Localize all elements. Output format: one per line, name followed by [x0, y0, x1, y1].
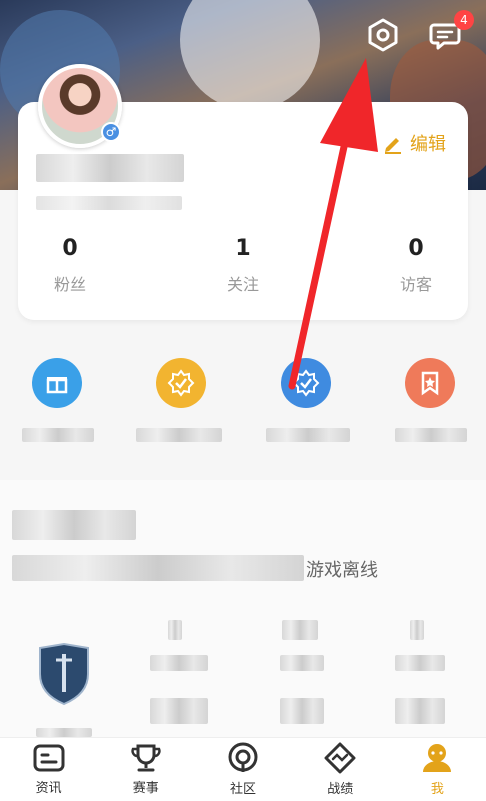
stat-value: 1	[235, 236, 251, 261]
stat-col-redacted	[168, 620, 182, 640]
username-redacted	[36, 154, 184, 182]
top-icons: 4	[362, 10, 474, 56]
game-title-redacted	[12, 510, 136, 540]
game-info-redacted	[12, 555, 304, 581]
settings-button[interactable]	[362, 14, 404, 56]
gender-male-icon: ♂	[101, 122, 121, 142]
tab-label: 战绩	[327, 782, 354, 797]
stat-col-redacted	[280, 655, 324, 671]
rank-label-redacted	[36, 728, 92, 737]
feature-label-redacted	[266, 428, 350, 442]
signature-redacted	[36, 196, 182, 210]
edit-label: 编辑	[410, 134, 446, 155]
stat-col-redacted	[395, 655, 445, 671]
stat-col-redacted	[282, 620, 318, 640]
stat-label: 粉丝	[53, 275, 86, 294]
stat-col-redacted	[150, 698, 208, 724]
messages-button[interactable]: 4	[426, 10, 474, 56]
message-badge: 4	[454, 10, 474, 30]
stat-value: 0	[408, 236, 424, 261]
verified-blue-icon[interactable]	[281, 358, 331, 408]
stat-col-redacted	[410, 620, 424, 640]
community-icon	[228, 742, 258, 772]
tab-events[interactable]: 赛事	[97, 738, 194, 801]
verified-gold-icon[interactable]	[156, 358, 206, 408]
tab-community[interactable]: 社区	[194, 738, 291, 801]
me-icon	[423, 744, 452, 772]
tab-label: 赛事	[132, 781, 159, 796]
stat-fans[interactable]: 0 粉丝	[40, 236, 100, 295]
feature-label-redacted	[395, 428, 467, 442]
feature-label-redacted	[22, 428, 94, 442]
pencil-icon	[385, 138, 401, 154]
stat-label: 关注	[226, 275, 259, 294]
edit-profile-button[interactable]: 编辑	[382, 130, 446, 156]
stat-col-redacted	[280, 698, 324, 724]
stat-col-redacted	[395, 698, 445, 724]
ribbon-badge-icon[interactable]	[405, 358, 455, 408]
stat-following[interactable]: 1 关注	[213, 236, 273, 295]
stats-row: 0 粉丝 1 关注 0 访客	[18, 236, 468, 295]
hexagon-settings-icon	[368, 18, 398, 52]
feature-row	[0, 356, 486, 466]
news-icon	[33, 744, 65, 772]
stat-value: 0	[62, 236, 78, 261]
tab-label: 我	[430, 782, 444, 797]
tab-label: 社区	[230, 782, 257, 797]
tab-me[interactable]: 我	[389, 738, 486, 801]
feature-label-redacted	[136, 428, 222, 442]
gift-icon[interactable]	[32, 358, 82, 408]
stat-visitors[interactable]: 0 访客	[386, 236, 446, 295]
trophy-icon	[131, 744, 161, 772]
rank-shield-icon	[36, 642, 92, 710]
tab-news[interactable]: 资讯	[0, 738, 97, 801]
stat-col-redacted	[150, 655, 208, 671]
tab-records[interactable]: 战绩	[292, 738, 389, 801]
stat-label: 访客	[399, 275, 432, 294]
record-icon	[324, 742, 356, 774]
game-status: 游戏离线	[306, 560, 378, 581]
tab-label: 资讯	[35, 781, 62, 796]
bottom-tab-bar: 资讯 赛事 社区 战绩 我	[0, 737, 486, 801]
